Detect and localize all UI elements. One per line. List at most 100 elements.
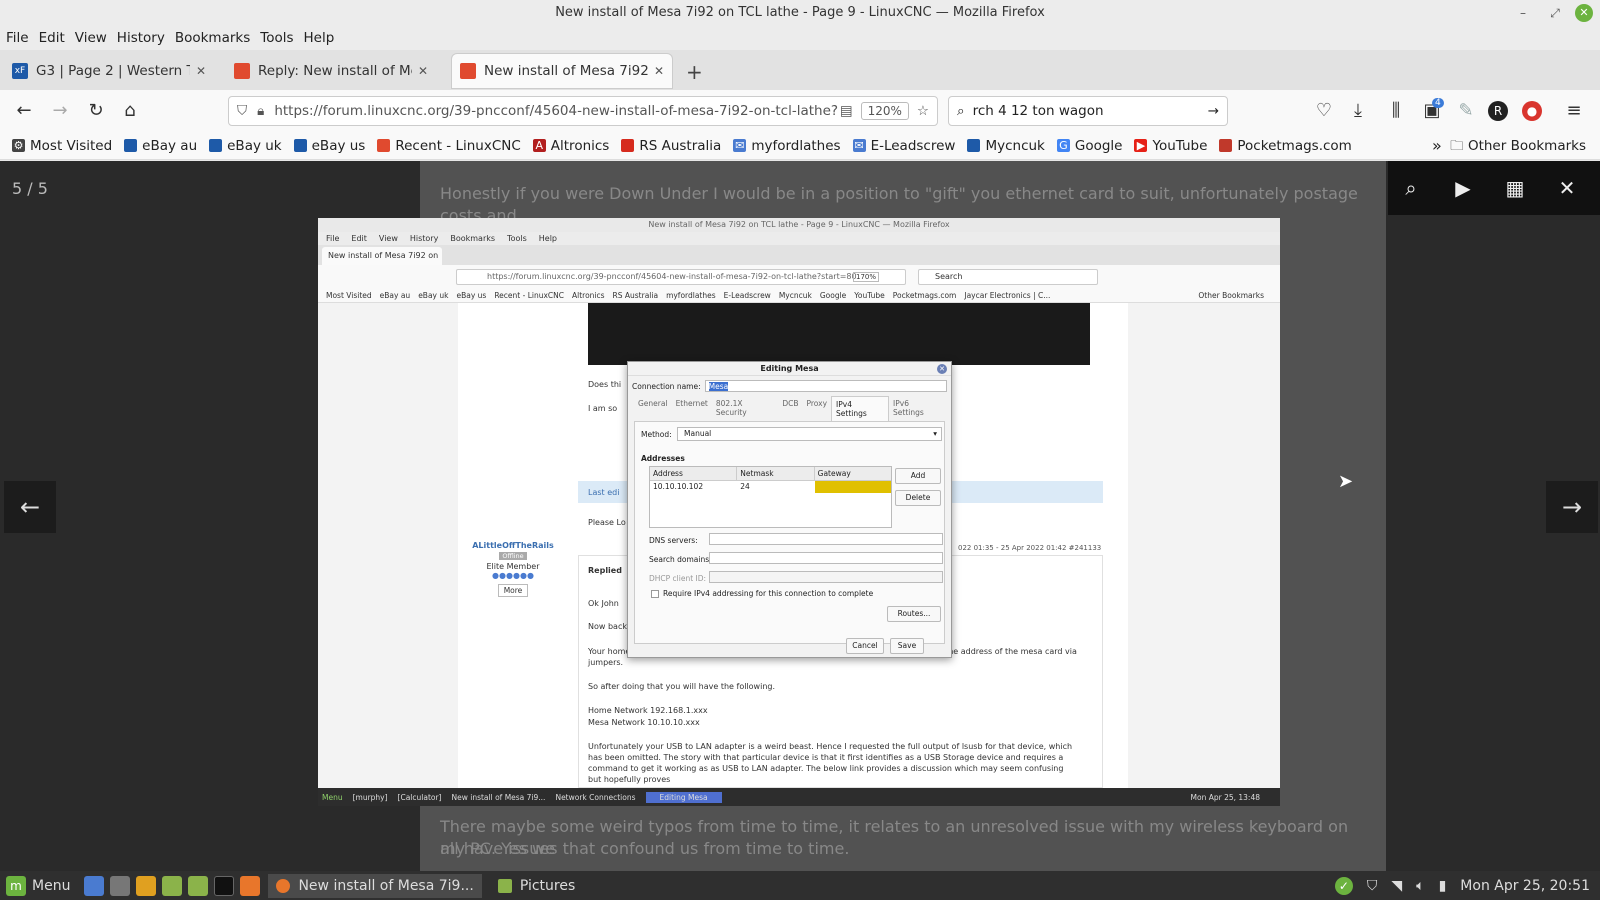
- tab-ipv6-settings[interactable]: IPv6 Settings: [889, 396, 945, 421]
- clock[interactable]: Mon Apr 25, 20:51: [1460, 878, 1590, 894]
- prev-image-icon[interactable]: ←: [4, 481, 56, 533]
- update-check-icon[interactable]: ✓: [1334, 876, 1353, 895]
- bookmark-altronics[interactable]: A Altronics: [532, 138, 609, 154]
- tab-reply-mesa[interactable]: Reply: New install of Mesa 7 ✕: [226, 54, 436, 88]
- menu-history[interactable]: History: [117, 26, 175, 50]
- taskbar-window-firefox[interactable]: New install of Mesa 7i9...: [268, 873, 482, 898]
- wifi-icon[interactable]: ◥: [1391, 878, 1402, 894]
- back-icon[interactable]: ←: [12, 99, 36, 123]
- tab-western-thunder[interactable]: xF G3 | Page 2 | Western Thund ✕: [4, 54, 214, 88]
- taskbar-window-pictures[interactable]: Pictures: [490, 874, 583, 898]
- tab-ipv4-settings[interactable]: IPv4 Settings: [831, 396, 890, 421]
- menu-file[interactable]: File: [6, 26, 39, 50]
- grid-icon[interactable]: ▦: [1502, 175, 1528, 201]
- tab-ethernet[interactable]: Ethernet: [672, 396, 712, 421]
- bookmark-star-icon[interactable]: ☆: [917, 103, 929, 119]
- bookmarks-overflow-icon[interactable]: »: [1432, 132, 1442, 160]
- forward-icon[interactable]: →: [48, 99, 72, 123]
- start-menu-button[interactable]: m Menu: [6, 875, 70, 896]
- zoom-search-icon[interactable]: ⌕: [1398, 175, 1424, 201]
- bookmark-recent-linuxcnc[interactable]: Recent - LinuxCNC: [377, 138, 521, 154]
- pocket-icon[interactable]: ♡: [1312, 99, 1336, 123]
- dns-input[interactable]: [709, 533, 943, 545]
- cancel-button[interactable]: Cancel: [846, 638, 884, 654]
- tab-close-icon[interactable]: ✕: [418, 64, 428, 78]
- close-viewer-icon[interactable]: ✕: [1554, 175, 1580, 201]
- tab-proxy[interactable]: Proxy: [802, 396, 831, 421]
- menu-help[interactable]: Help: [304, 26, 345, 50]
- search-domains-input[interactable]: [709, 552, 943, 564]
- routes-button[interactable]: Routes...: [887, 606, 941, 622]
- cell-address[interactable]: 10.10.10.102: [650, 481, 737, 493]
- bookmark-ebay-au[interactable]: eBay au: [124, 138, 197, 154]
- bookmark-rs-australia[interactable]: RS Australia: [621, 138, 721, 154]
- method-select[interactable]: Manual ▾: [677, 427, 942, 441]
- bookmark-ebay-us[interactable]: eBay us: [293, 138, 365, 154]
- home-icon[interactable]: ⌂: [118, 99, 142, 123]
- download-icon[interactable]: ⤓: [1346, 99, 1370, 123]
- reader-view-icon[interactable]: ▤: [840, 103, 853, 119]
- library-icon[interactable]: ⫼: [1384, 99, 1408, 123]
- new-tab-icon[interactable]: +: [686, 60, 703, 84]
- tab-new-install-mesa[interactable]: New install of Mesa 7i92 on ✕: [452, 54, 672, 88]
- bag-icon: [209, 139, 223, 152]
- bookmark-most-visited[interactable]: ⚙ Most Visited: [12, 138, 112, 154]
- bookmark-google[interactable]: G Google: [1056, 138, 1122, 154]
- search-bar[interactable]: ⌕ rch 4 12 ton wagon →: [948, 96, 1228, 126]
- bookmark-e-leadscrew[interactable]: ✉ E-Leadscrew: [852, 138, 955, 154]
- maximize-icon[interactable]: ⤢: [1546, 4, 1564, 22]
- require-ipv4-checkbox[interactable]: [651, 590, 659, 598]
- close-icon[interactable]: ✕: [1575, 4, 1593, 22]
- translate-icon[interactable]: ✎: [1454, 99, 1478, 123]
- dialog-close-icon[interactable]: ✕: [937, 364, 947, 374]
- shield-tray-icon[interactable]: ⛉: [1367, 878, 1378, 894]
- play-icon[interactable]: ▶: [1450, 175, 1476, 201]
- cell-netmask[interactable]: 24: [737, 481, 814, 493]
- menu-bookmarks[interactable]: Bookmarks: [175, 26, 260, 50]
- tab-dcb[interactable]: DCB: [778, 396, 802, 421]
- battery-icon[interactable]: ▮: [1439, 878, 1447, 894]
- zoom-level[interactable]: 120%: [860, 102, 909, 120]
- profile-avatar[interactable]: R: [1488, 101, 1508, 121]
- firefox-launcher-icon[interactable]: [240, 875, 261, 896]
- other-bookmarks[interactable]: 🗀︎ Other Bookmarks: [1450, 132, 1586, 160]
- tab-close-icon[interactable]: ✕: [196, 64, 206, 78]
- save-button[interactable]: Save: [890, 638, 924, 654]
- url-bar[interactable]: ⛉ 🔒︎ https://forum.linuxcnc.org/39-pncco…: [228, 96, 938, 126]
- connection-name-input[interactable]: Mesa: [704, 380, 947, 392]
- delete-button[interactable]: Delete: [895, 490, 941, 506]
- cell-gateway[interactable]: [814, 481, 891, 493]
- minimize-icon[interactable]: –: [1514, 4, 1532, 22]
- files-launcher-icon[interactable]: [162, 875, 183, 896]
- menu-tools[interactable]: Tools: [260, 26, 303, 50]
- hamburger-menu-icon[interactable]: ≡: [1562, 99, 1586, 123]
- bookmark-mycncuk[interactable]: Mycncuk: [967, 138, 1045, 154]
- dhcp-input[interactable]: [709, 571, 943, 583]
- next-image-icon[interactable]: →: [1546, 481, 1598, 533]
- bag-icon: [124, 139, 138, 152]
- bookmark-youtube[interactable]: ▶ YouTube: [1134, 138, 1207, 154]
- col-gateway: Gateway: [817, 469, 851, 478]
- terminal-launcher-icon[interactable]: [214, 875, 235, 896]
- bookmark-ebay-uk[interactable]: eBay uk: [209, 138, 282, 154]
- calculator-launcher-icon[interactable]: [110, 875, 131, 896]
- tab-8021x[interactable]: 802.1X Security: [712, 396, 778, 421]
- reload-icon[interactable]: ↻: [84, 99, 108, 123]
- add-button[interactable]: Add: [895, 468, 941, 484]
- app-launcher-icon[interactable]: [136, 875, 157, 896]
- pocketmags-icon: [1219, 139, 1233, 152]
- table-row[interactable]: 10.10.10.102 24: [650, 481, 891, 493]
- post-text: Unfortunately your USB to LAN adapter is…: [588, 742, 1073, 784]
- bookmark-myfordlathes[interactable]: ✉ myfordlathes: [733, 138, 841, 154]
- search-input[interactable]: rch 4 12 ton wagon: [973, 103, 1208, 119]
- menu-edit[interactable]: Edit: [39, 26, 75, 50]
- volume-icon[interactable]: 🔈︎: [1416, 878, 1424, 894]
- search-go-icon[interactable]: →: [1208, 103, 1219, 119]
- tab-close-icon[interactable]: ✕: [654, 64, 664, 78]
- folder-launcher-icon[interactable]: [188, 875, 209, 896]
- bookmark-pocketmags[interactable]: Pocketmags.com: [1219, 138, 1352, 154]
- ad-block-icon[interactable]: ●: [1522, 101, 1542, 121]
- menu-view[interactable]: View: [75, 26, 117, 50]
- mail-launcher-icon[interactable]: [84, 875, 105, 896]
- tab-general[interactable]: General: [634, 396, 672, 421]
